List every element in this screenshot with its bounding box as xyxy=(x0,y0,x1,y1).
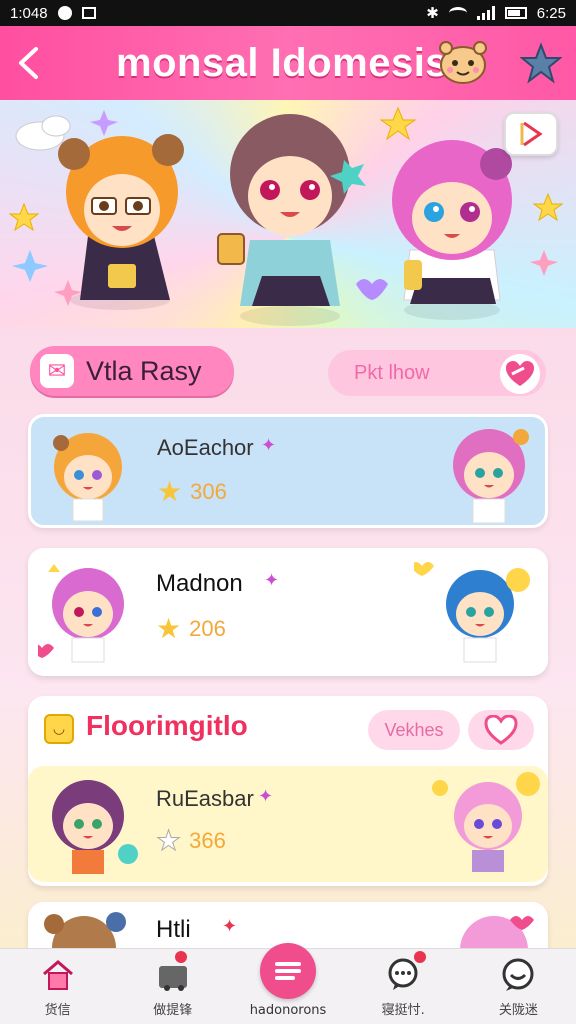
card-score: ★ 366 xyxy=(155,824,226,857)
shop-icon xyxy=(153,955,193,995)
app-notification-icon xyxy=(81,7,96,19)
list-item[interactable]: RuEasbar ✦ ★ 366 xyxy=(28,766,548,882)
card-score: ★ 206 xyxy=(156,612,226,645)
status-clock: 6:25 xyxy=(536,4,566,22)
chevron-left-icon xyxy=(19,47,38,79)
bottom-nav: 货信 做提锋 hadonorons 寝挺忖. 关陇迷 xyxy=(0,943,576,1024)
sparkle-icon: ✦ xyxy=(264,570,280,591)
status-bar: 1:048 ✱ 6:25 xyxy=(0,0,576,26)
heart-icon xyxy=(500,354,540,394)
hero-character-left xyxy=(58,134,184,310)
sparkle-icon: ✦ xyxy=(258,786,274,807)
nav-label: hadonorons xyxy=(249,1003,327,1018)
filter-chip-primary[interactable]: ✉ Vtla Rasy xyxy=(30,346,234,396)
hero-illustration xyxy=(8,106,564,326)
heart-icon xyxy=(484,715,518,745)
star-outline-icon: ★ xyxy=(155,825,182,857)
avatar xyxy=(38,564,124,663)
nav-item-shop[interactable]: 做提锋 xyxy=(115,949,230,1024)
nav-item-center[interactable]: hadonorons xyxy=(230,943,345,1024)
nav-item-home[interactable]: 货信 xyxy=(0,949,115,1024)
avatar xyxy=(432,772,540,872)
app-header: monsal Idomesis xyxy=(0,26,576,100)
page-title: monsal Idomesis xyxy=(116,40,449,85)
play-icon xyxy=(520,121,543,147)
nav-item-messages[interactable]: 关陇迷 xyxy=(461,949,576,1024)
group-card: ◡ Floorimgitlo Vekhes RuEasbar ✦ ★ 366 xyxy=(28,696,548,886)
avatar xyxy=(414,562,530,663)
filter-chip-primary-label: Vtla Rasy xyxy=(86,355,202,386)
card-name: AoEachor xyxy=(157,435,254,460)
sparkle-icon: ✦ xyxy=(261,435,277,456)
back-button[interactable] xyxy=(0,26,56,100)
hero-character-middle xyxy=(217,114,366,326)
home-icon xyxy=(38,955,78,995)
card-score: ★ 306 xyxy=(157,475,227,508)
star-icon: ★ xyxy=(157,476,183,507)
notification-badge xyxy=(413,951,426,963)
status-time: 1:048 xyxy=(10,4,48,22)
list-item[interactable]: AoEachor ✦ ★ 306 xyxy=(28,414,548,528)
notification-icon xyxy=(57,6,72,20)
card-score-value: 366 xyxy=(189,827,226,853)
mail-icon: ✉ xyxy=(40,354,74,388)
content-area: ✉ Vtla Rasy Pkt lhow AoEachor ✦ ★ 306 Ma… xyxy=(0,328,576,962)
sparkle-icon: ✦ xyxy=(222,916,238,937)
like-button[interactable] xyxy=(468,710,534,750)
card-name: Madnon xyxy=(156,570,243,597)
smiley-icon: ◡ xyxy=(44,714,74,744)
hero-banner xyxy=(0,100,576,328)
mascot-icon[interactable] xyxy=(436,38,490,86)
bluetooth-icon: ✱ xyxy=(426,5,439,22)
nav-label: 做提锋 xyxy=(153,1003,193,1018)
card-name: RuEasbar xyxy=(156,786,254,811)
card-score-value: 306 xyxy=(190,478,227,504)
card-score-value: 206 xyxy=(189,615,226,641)
battery-icon xyxy=(504,7,527,19)
wifi-icon xyxy=(448,7,467,19)
avatar xyxy=(53,433,122,522)
vote-button[interactable]: Vekhes xyxy=(368,710,460,750)
nav-label: 关陇迷 xyxy=(498,1003,538,1018)
message-icon xyxy=(498,955,538,995)
avatar xyxy=(453,429,529,524)
nav-label: 货信 xyxy=(44,1003,71,1018)
star-icon: ★ xyxy=(156,613,182,644)
star-icon[interactable] xyxy=(520,42,562,84)
play-button[interactable] xyxy=(504,112,558,156)
nav-item-chat[interactable]: 寝挺忖. xyxy=(346,949,461,1024)
card-name: Htli xyxy=(156,916,191,943)
filter-chip-secondary-label: Pkt lhow xyxy=(354,361,430,384)
nav-label: 寝挺忖. xyxy=(381,1003,425,1018)
menu-icon xyxy=(260,943,316,999)
avatar xyxy=(52,780,138,874)
filter-chip-secondary[interactable]: Pkt lhow xyxy=(328,350,546,396)
list-item[interactable]: Madnon ✦ ★ 206 xyxy=(28,548,548,676)
signal-icon xyxy=(476,6,495,20)
group-title: Floorimgitlo xyxy=(86,710,248,741)
hero-character-right xyxy=(392,140,512,320)
